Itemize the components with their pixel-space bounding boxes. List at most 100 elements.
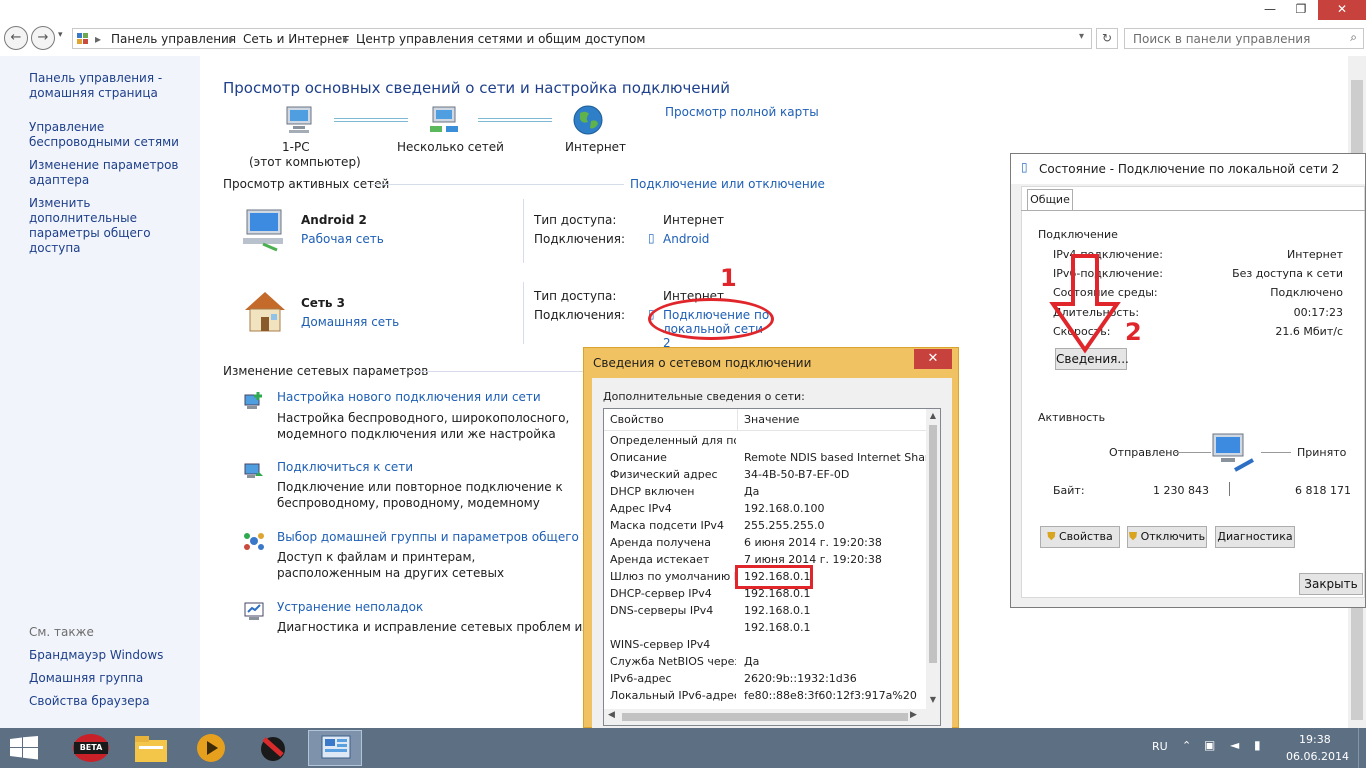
table-row[interactable]: Локальный IPv6-адрес... fe80::88e8:3f60:1…	[610, 689, 930, 706]
see-also-homegroup[interactable]: Домашняя группа	[29, 671, 143, 686]
received-label: Принято	[1297, 446, 1347, 459]
scroll-left-icon[interactable]: ◀	[608, 710, 615, 720]
connect-disconnect-link[interactable]: Подключение или отключение	[630, 177, 825, 191]
close-button[interactable]: ✕	[1318, 0, 1366, 20]
see-also-firewall[interactable]: Брандмауэр Windows	[29, 648, 163, 663]
table-row[interactable]: IPv6-адрес 2620:9b::1932:1d36	[610, 672, 930, 689]
clock-date[interactable]: 06.06.2014	[1286, 750, 1349, 763]
full-map-link[interactable]: Просмотр полной карты	[665, 105, 819, 119]
column-header-value[interactable]: Значение	[744, 413, 799, 426]
taskbar-app-explorer[interactable]	[124, 730, 178, 766]
search-icon[interactable]: ⌕	[1350, 30, 1357, 45]
task-connect-link[interactable]: Подключиться к сети	[277, 460, 413, 474]
start-button-icon[interactable]	[10, 736, 38, 763]
row-value: 2620:9b::1932:1d36	[744, 672, 857, 685]
table-row[interactable]: Маска подсети IPv4 255.255.255.0	[610, 519, 930, 536]
adapter-icon: ▯	[1021, 160, 1028, 174]
table-row[interactable]: Аренда получена 6 июня 2014 г. 19:20:38	[610, 536, 930, 553]
table-vertical-scrollbar[interactable]: ▲ ▼	[926, 409, 940, 725]
row-key: Определенный для по...	[610, 434, 736, 447]
map-connector	[334, 118, 408, 122]
close-dialog-button[interactable]: Закрыть	[1299, 573, 1363, 595]
left-pane: Панель управления - домашняя страница Уп…	[0, 56, 200, 728]
task-homegroup-link[interactable]: Выбор домашней группы и параметров общег…	[277, 530, 583, 544]
row-key: DNS-серверы IPv4	[610, 604, 714, 617]
table-row[interactable]: DHCP включен Да	[610, 485, 930, 502]
tray-expand-icon[interactable]: ⌃	[1182, 739, 1191, 752]
address-bar[interactable]: ▸ Панель управления ▸ Сеть и Интернет ▸ …	[72, 28, 1092, 49]
scrollbar-thumb[interactable]	[929, 425, 937, 663]
table-row[interactable]: Определенный для по...	[610, 434, 930, 451]
scroll-down-icon[interactable]: ▼	[926, 695, 940, 704]
breadcrumb-item[interactable]: Сеть и Интернет	[243, 32, 349, 46]
home-network-icon	[241, 288, 289, 337]
breadcrumb-item[interactable]: Панель управления	[111, 32, 236, 46]
taskbar: BETA RU ⌃ ▣ ◄ ▮ 19:38 06.06.2014	[0, 728, 1366, 768]
dialog-title: Сведения о сетевом подключении	[593, 356, 812, 370]
network-type-link[interactable]: Домашняя сеть	[301, 315, 399, 329]
divider	[1021, 210, 1365, 211]
table-row[interactable]: WINS-сервер IPv4	[610, 638, 930, 655]
taskbar-app-media[interactable]	[184, 730, 238, 766]
show-desktop-button[interactable]	[1358, 728, 1366, 768]
network-type-link[interactable]: Рабочая сеть	[301, 232, 384, 246]
adapter-icon: ▯	[648, 231, 655, 245]
search-input[interactable]: Поиск в панели управления ⌕	[1124, 28, 1364, 49]
scroll-up-icon[interactable]: ▲	[926, 411, 940, 420]
table-row[interactable]: Физический адрес 34-4B-50-B7-EF-0D	[610, 468, 930, 485]
see-also-browser[interactable]: Свойства браузера	[29, 694, 150, 709]
access-type-label: Тип доступа:	[534, 289, 617, 303]
map-pc-name: 1-PC	[282, 140, 310, 154]
row-key: Аренда получена	[610, 536, 711, 549]
connection-link-android[interactable]: Android	[663, 232, 709, 246]
sidebar-item-adapter[interactable]: Изменение параметров адаптера	[29, 158, 179, 188]
sent-label: Отправлено	[1109, 446, 1180, 459]
divider	[405, 371, 585, 372]
scrollbar-thumb[interactable]	[622, 713, 908, 721]
properties-button-label: Свойства	[1059, 530, 1113, 543]
table-row[interactable]: DNS-серверы IPv4 192.168.0.1	[610, 604, 930, 621]
taskbar-app-beta[interactable]: BETA	[64, 730, 118, 766]
breadcrumb-sep-icon: ▸	[95, 32, 102, 46]
recent-pages-icon[interactable]: ▾	[58, 30, 63, 40]
address-dropdown-icon[interactable]: ▾	[1079, 31, 1084, 42]
row-value: 34-4B-50-B7-EF-0D	[744, 468, 850, 481]
table-row[interactable]: Служба NetBIOS через... Да	[610, 655, 930, 672]
network-tray-icon[interactable]: ▣	[1204, 738, 1215, 752]
sidebar-item-sharing[interactable]: Изменить дополнительные параметры общего…	[29, 196, 194, 256]
minimize-button[interactable]: —	[1255, 0, 1285, 20]
media-player-icon	[197, 734, 225, 762]
task-troubleshoot-link[interactable]: Устранение неполадок	[277, 600, 423, 614]
table-row[interactable]: DHCP-сервер IPv4 192.168.0.1	[610, 587, 930, 604]
taskbar-app-tool[interactable]	[246, 730, 300, 766]
table-row[interactable]: Адрес IPv4 192.168.0.100	[610, 502, 930, 519]
restore-button[interactable]: ❐	[1286, 0, 1316, 20]
sidebar-item-wireless[interactable]: Управление беспроводными сетями	[29, 120, 199, 150]
table-row[interactable]: 192.168.0.1	[610, 621, 930, 638]
connections-label: Подключения:	[534, 232, 626, 246]
disable-button[interactable]: ⛊ Отключить	[1127, 526, 1207, 548]
diagnose-button[interactable]: Диагностика	[1215, 526, 1295, 548]
breadcrumb-item[interactable]: Центр управления сетями и общим доступом	[356, 32, 645, 46]
clock-time[interactable]: 19:38	[1299, 733, 1331, 746]
column-header-property[interactable]: Свойство	[610, 413, 664, 426]
divider	[737, 409, 738, 431]
sidebar-item-home[interactable]: Панель управления - домашняя страница	[29, 71, 189, 101]
battery-icon[interactable]: ▮	[1254, 738, 1261, 752]
tab-general[interactable]: Общие	[1027, 189, 1073, 211]
annotation-box	[735, 565, 813, 589]
page-title: Просмотр основных сведений о сети и наст…	[223, 79, 730, 97]
volume-icon[interactable]: ◄	[1230, 738, 1239, 752]
properties-button[interactable]: ⛊ Свойства	[1040, 526, 1120, 548]
scroll-right-icon[interactable]: ▶	[910, 710, 917, 720]
table-row[interactable]: Описание Remote NDIS based Internet Shari…	[610, 451, 930, 468]
taskbar-app-control-panel[interactable]	[308, 730, 362, 766]
close-icon[interactable]: ✕	[914, 349, 952, 369]
forward-button[interactable]: →	[31, 26, 55, 50]
task-new-connection-link[interactable]: Настройка нового подключения или сети	[277, 390, 541, 404]
back-button[interactable]: ←	[4, 26, 28, 50]
language-indicator[interactable]: RU	[1152, 740, 1168, 753]
table-horizontal-scrollbar[interactable]: ◀ ▶	[604, 709, 926, 725]
refresh-icon[interactable]: ↻	[1096, 28, 1118, 49]
row-value: Да	[744, 485, 760, 498]
